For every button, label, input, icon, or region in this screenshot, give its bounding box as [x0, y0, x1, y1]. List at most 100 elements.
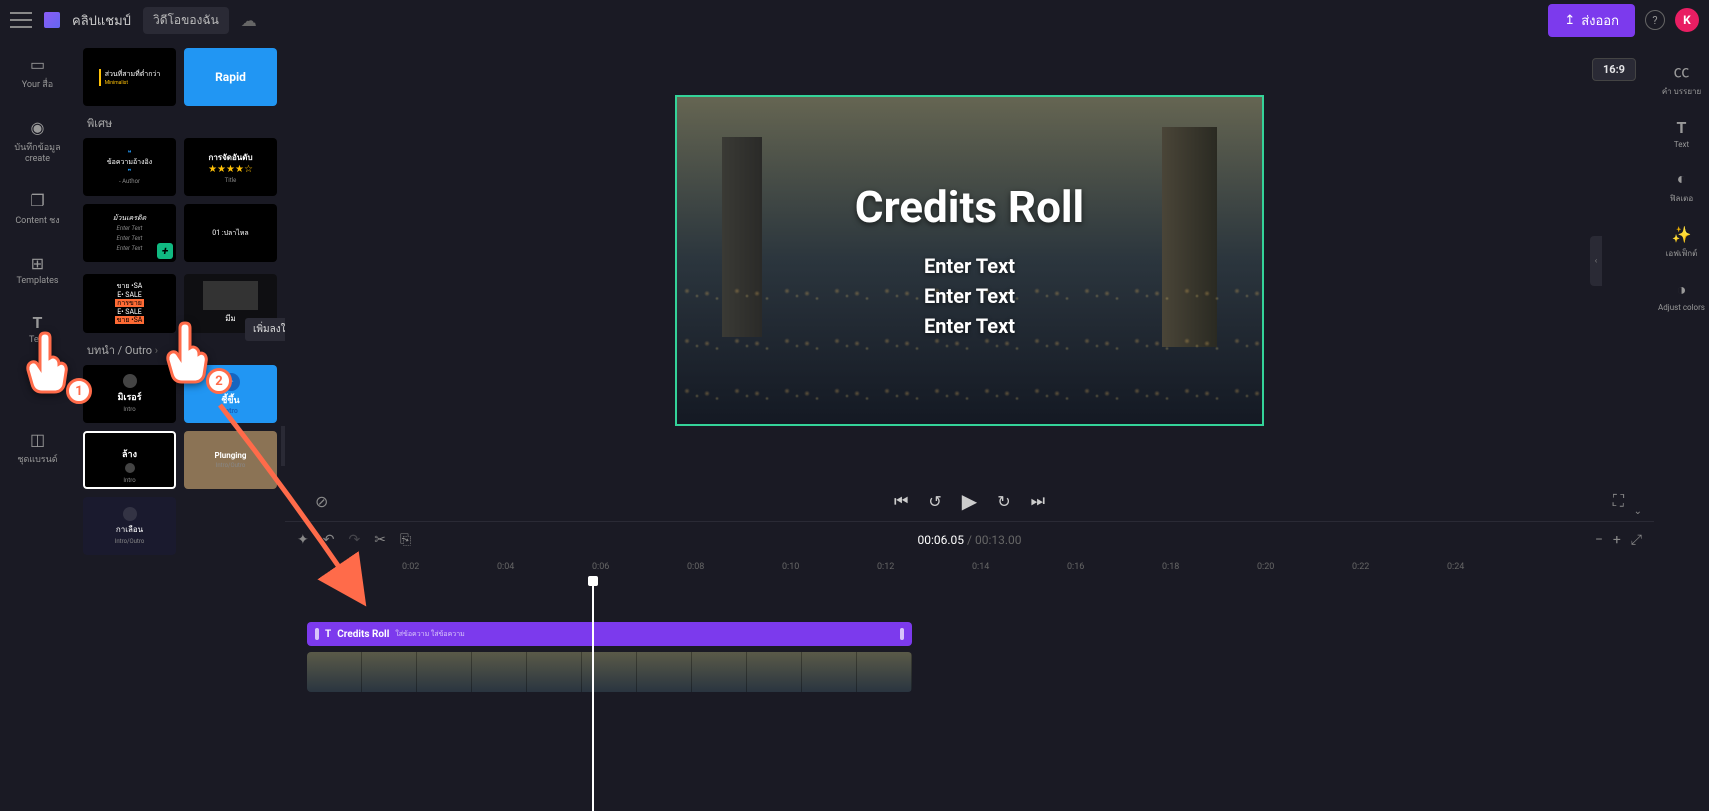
tpl-text: การขาย [115, 299, 144, 307]
skip-end-icon[interactable]: ⏭ [1031, 491, 1045, 511]
brandkit-icon: ◫ [28, 429, 48, 449]
nav-text[interactable]: T Text [24, 308, 52, 349]
prop-label: คำ บรรยาย [1662, 85, 1701, 98]
tpl-text: ส่วนที่สามที่ต่ำกว่า [105, 69, 161, 80]
tpl-text: ม้วนเครดิต [113, 214, 146, 223]
canvas-body-text[interactable]: Enter Text [924, 251, 1015, 281]
tpl-text: Rapid [215, 70, 246, 84]
tpl-text: กาเลือน [116, 523, 143, 536]
tpl-text: Enter Text [117, 245, 143, 253]
prop-captions[interactable]: ㏄ คำ บรรยาย [1662, 58, 1701, 98]
template-ranking[interactable]: การจัดอันดับ ★★★★☆ Title [184, 138, 277, 196]
current-time: 00:06.05 [917, 533, 964, 547]
template-quote[interactable]: ❝ ข้อความอ้างอิง ❞ - Author [83, 138, 176, 196]
timeline-toolbar: ✦ ↶ ↷ ✂ ⎘ 00:06.05 / 00:13.00 − + ⤢ [285, 522, 1654, 558]
template-clear-intro[interactable]: ล้าง Intro [83, 431, 176, 489]
canvas-title-text[interactable]: Credits Roll [855, 181, 1084, 233]
ruler-tick: 0:16 [1067, 562, 1084, 572]
video-clip[interactable] [307, 652, 912, 692]
fullscreen-icon[interactable]: ⛶ [1613, 491, 1624, 511]
cloud-off-icon[interactable]: ☁︎ [241, 11, 257, 30]
clip-handle-right[interactable] [900, 628, 904, 640]
nav-label: Text [29, 335, 46, 345]
nav-label: บันทึกข้อมูล create [4, 140, 71, 164]
prop-effects[interactable]: ✨ เอฟเฟ็กต์ [1666, 225, 1698, 260]
ruler-tick: 0:14 [972, 562, 989, 572]
clip-handle-left[interactable] [315, 628, 319, 640]
template-credits-roll[interactable]: ม้วนเครดิต Enter Text Enter Text Enter T… [83, 204, 176, 262]
template-mirror-intro[interactable]: มิเรอร์ Intro [83, 365, 176, 423]
redo-icon[interactable]: ↷ [348, 532, 360, 548]
ruler-tick: 0:22 [1352, 562, 1369, 572]
undo-icon[interactable]: ↶ [323, 532, 335, 548]
video-canvas[interactable]: Credits Roll Enter Text Enter Text Enter… [675, 95, 1264, 426]
ruler-tick: 0:04 [497, 562, 514, 572]
nav-your-media[interactable]: ▭ Your สื่อ [18, 50, 57, 95]
template-minimalist-lower-third[interactable]: ส่วนที่สามที่ต่ำกว่า Minimalist [83, 48, 176, 106]
text-icon: T [28, 312, 48, 332]
nav-content[interactable]: ❐ Content ชง [11, 186, 63, 231]
export-button[interactable]: ↥ ส่งออก [1548, 4, 1635, 37]
tpl-text: Intro [123, 406, 135, 413]
template-earth[interactable]: กาเลือน Intro/Outro [83, 497, 176, 555]
playback-controls: ⊘ ⏮ ↺ ▶ ↻ ⏭ ⛶ [285, 481, 1654, 521]
add-to-timeline-button[interactable]: + [157, 243, 173, 259]
prop-text[interactable]: T Text [1674, 118, 1689, 149]
zoom-in-icon[interactable]: + [1613, 532, 1621, 548]
timeline-tracks[interactable]: T Credits Roll ใส่ข้อความ ใส่ข้อความ [305, 580, 1654, 811]
timeline-collapse-icon[interactable]: ⌄ [1634, 506, 1642, 517]
playhead[interactable] [592, 580, 594, 811]
prop-label: เอฟเฟ็กต์ [1666, 247, 1698, 260]
play-icon[interactable]: ▶ [962, 489, 977, 513]
export-label: ส่งออก [1581, 10, 1619, 31]
section-intro: บทนำ / Outro › [87, 341, 277, 359]
disable-preview-icon[interactable]: ⊘ [315, 492, 328, 511]
captions-icon: ㏄ [1673, 58, 1689, 82]
forward-icon[interactable]: ↻ [997, 492, 1010, 511]
nav-label: Templates [16, 276, 58, 286]
magic-icon[interactable]: ✦ [297, 532, 309, 548]
timeline-time: 00:06.05 / 00:13.00 [917, 533, 1021, 547]
fit-icon[interactable]: ⤢ [1631, 532, 1642, 548]
tpl-text: - Author [119, 178, 140, 185]
upload-icon: ↥ [1564, 13, 1575, 28]
zoom-out-icon[interactable]: − [1595, 532, 1603, 548]
nav-brandkit[interactable]: ◫ ชุดแบรนด์ [13, 425, 61, 470]
nav-record[interactable]: ◉ บันทึกข้อมูล create [0, 113, 75, 168]
ruler-tick: 0:02 [402, 562, 419, 572]
tpl-text: Plunging [215, 451, 247, 460]
aspect-ratio-badge[interactable]: 16:9 [1592, 58, 1636, 81]
camera-icon: ◉ [28, 117, 48, 137]
help-icon[interactable]: ? [1645, 10, 1665, 30]
prop-adjust-colors[interactable]: ◑ Adjust colors [1658, 280, 1705, 312]
template-point-intro[interactable]: ✦ ชี้ขึ้น Intro [184, 365, 277, 423]
clip-label: Credits Roll [337, 629, 389, 640]
nav-templates[interactable]: ⊞ Templates [12, 249, 62, 290]
skip-start-icon[interactable]: ⏮ [894, 491, 908, 511]
user-avatar[interactable]: K [1675, 8, 1699, 32]
expand-properties-handle[interactable]: ‹ [1590, 236, 1602, 286]
prop-filters[interactable]: ◐ ฟิลเตอ [1670, 169, 1693, 205]
text-clip[interactable]: T Credits Roll ใส่ข้อความ ใส่ข้อความ [307, 622, 912, 646]
section-special: พิเศษ [87, 114, 277, 132]
my-videos-tab[interactable]: วิดีโอของฉัน [143, 7, 229, 34]
rewind-icon[interactable]: ↺ [928, 492, 941, 511]
menu-icon[interactable] [10, 12, 32, 28]
ruler-tick: 0:24 [1447, 562, 1464, 572]
split-icon[interactable]: ✂ [374, 532, 386, 548]
clip-subtext: ใส่ข้อความ ใส่ข้อความ [395, 629, 464, 640]
template-rapid[interactable]: Rapid [184, 48, 277, 106]
template-fish[interactable]: 01 :ปลาไหล [184, 204, 277, 262]
template-plunging[interactable]: Plunging Intro/Outro [184, 431, 277, 489]
tpl-text: ขาย •SA [117, 282, 143, 290]
prop-label: Text [1674, 140, 1689, 149]
timeline-ruler[interactable]: 0:02 0:04 0:06 0:08 0:10 0:12 0:14 0:16 … [305, 558, 1654, 580]
tpl-text: Intro [123, 477, 135, 484]
canvas-body-text[interactable]: Enter Text [924, 311, 1015, 341]
tpl-text: ล้าง [122, 447, 137, 461]
template-sale[interactable]: ขาย •SA E• SALE การขาย E• SALE ขาย •SA [83, 274, 176, 332]
tpl-text: E• SALE [117, 291, 142, 299]
duplicate-icon[interactable]: ⎘ [400, 532, 411, 548]
left-sidebar: ▭ Your สื่อ ◉ บันทึกข้อมูล create ❐ Cont… [0, 40, 75, 811]
canvas-body-text[interactable]: Enter Text [924, 281, 1015, 311]
